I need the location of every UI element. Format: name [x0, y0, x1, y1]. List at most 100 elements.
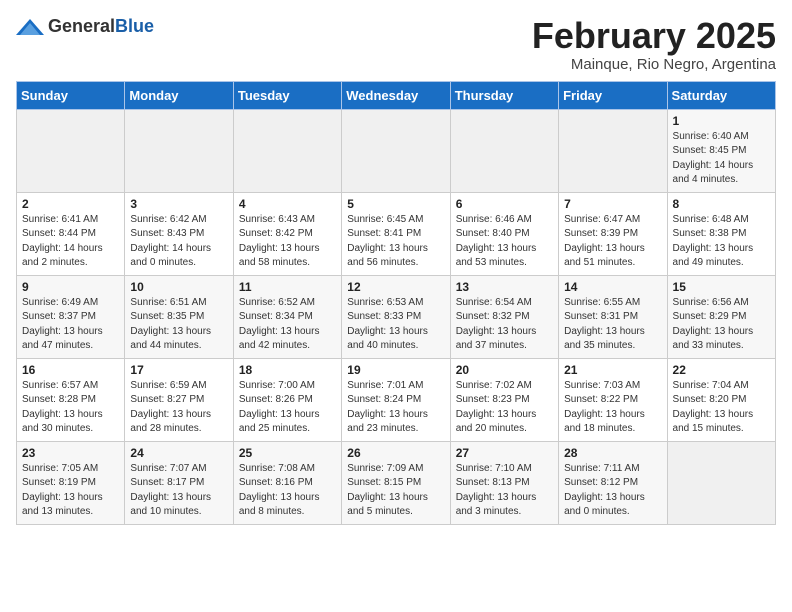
calendar-cell: 12Sunrise: 6:53 AM Sunset: 8:33 PM Dayli… [342, 275, 450, 358]
calendar-cell: 22 Sunrise: 7:04 AM Sunset: 8:20 PM Dayli… [667, 358, 775, 441]
calendar-cell: 8 Sunrise: 6:48 AM Sunset: 8:38 PM Daylig… [667, 192, 775, 275]
calendar-cell: 17 Sunrise: 6:59 AM Sunset: 8:27 PM Dayli… [125, 358, 233, 441]
day-number: 25 [239, 446, 336, 460]
calendar-header-row: SundayMondayTuesdayWednesdayThursdayFrid… [17, 81, 776, 109]
calendar-cell [667, 441, 775, 524]
calendar-cell: 26 Sunrise: 7:09 AM Sunset: 8:15 PM Dayli… [342, 441, 450, 524]
day-number: 1 [673, 114, 770, 128]
calendar-cell: 14 Sunrise: 6:55 AM Sunset: 8:31 PM Dayli… [559, 275, 667, 358]
calendar-cell: 13Sunrise: 6:54 AM Sunset: 8:32 PM Dayli… [450, 275, 558, 358]
day-info: Sunrise: 6:54 AM Sunset: 8:32 PM Dayligh… [456, 296, 553, 354]
day-info: Sunrise: 6:43 AM Sunset: 8:42 PM Dayligh… [239, 213, 336, 271]
day-info: Sunrise: 6:48 AM Sunset: 8:38 PM Dayligh… [673, 213, 770, 271]
calendar-week-row: 23Sunrise: 7:05 AM Sunset: 8:19 PM Dayli… [17, 441, 776, 524]
day-number: 18 [239, 363, 336, 377]
day-number: 24 [130, 446, 227, 460]
calendar-cell: 11 Sunrise: 6:52 AM Sunset: 8:34 PM Dayli… [233, 275, 341, 358]
day-number: 4 [239, 197, 336, 211]
day-info: Sunrise: 7:01 AM Sunset: 8:24 PM Dayligh… [347, 379, 444, 437]
weekday-header-wednesday: Wednesday [342, 81, 450, 109]
logo: GeneralBlue [16, 16, 154, 37]
weekday-header-friday: Friday [559, 81, 667, 109]
day-info: Sunrise: 7:04 AM Sunset: 8:20 PM Dayligh… [673, 379, 770, 437]
day-info: Sunrise: 6:40 AM Sunset: 8:45 PM Dayligh… [673, 130, 770, 188]
day-info: Sunrise: 7:11 AM Sunset: 8:12 PM Dayligh… [564, 462, 661, 520]
day-number: 12 [347, 280, 444, 294]
calendar-cell: 3Sunrise: 6:42 AM Sunset: 8:43 PM Daylig… [125, 192, 233, 275]
day-number: 15 [673, 280, 770, 294]
calendar-cell: 15 Sunrise: 6:56 AM Sunset: 8:29 PM Dayli… [667, 275, 775, 358]
day-info: Sunrise: 6:42 AM Sunset: 8:43 PM Dayligh… [130, 213, 227, 271]
page-header: GeneralBlue February 2025 Mainque, Rio N… [16, 16, 776, 73]
calendar-cell: 18 Sunrise: 7:00 AM Sunset: 8:26 PM Dayli… [233, 358, 341, 441]
calendar-week-row: 2 Sunrise: 6:41 AM Sunset: 8:44 PM Daylig… [17, 192, 776, 275]
calendar-cell: 24 Sunrise: 7:07 AM Sunset: 8:17 PM Dayli… [125, 441, 233, 524]
weekday-header-monday: Monday [125, 81, 233, 109]
calendar-cell: 7Sunrise: 6:47 AM Sunset: 8:39 PM Daylig… [559, 192, 667, 275]
calendar-cell [125, 109, 233, 192]
calendar-cell: 21 Sunrise: 7:03 AM Sunset: 8:22 PM Dayli… [559, 358, 667, 441]
day-info: Sunrise: 7:00 AM Sunset: 8:26 PM Dayligh… [239, 379, 336, 437]
calendar-cell [17, 109, 125, 192]
day-info: Sunrise: 6:56 AM Sunset: 8:29 PM Dayligh… [673, 296, 770, 354]
calendar-cell: 2 Sunrise: 6:41 AM Sunset: 8:44 PM Daylig… [17, 192, 125, 275]
day-info: Sunrise: 7:02 AM Sunset: 8:23 PM Dayligh… [456, 379, 553, 437]
day-number: 8 [673, 197, 770, 211]
day-number: 19 [347, 363, 444, 377]
calendar-cell [559, 109, 667, 192]
day-info: Sunrise: 6:47 AM Sunset: 8:39 PM Dayligh… [564, 213, 661, 271]
logo-icon [16, 17, 44, 37]
day-number: 26 [347, 446, 444, 460]
day-number: 21 [564, 363, 661, 377]
day-info: Sunrise: 6:51 AM Sunset: 8:35 PM Dayligh… [130, 296, 227, 354]
calendar-table: SundayMondayTuesdayWednesdayThursdayFrid… [16, 81, 776, 525]
day-info: Sunrise: 7:09 AM Sunset: 8:15 PM Dayligh… [347, 462, 444, 520]
calendar-cell: 6 Sunrise: 6:46 AM Sunset: 8:40 PM Daylig… [450, 192, 558, 275]
logo-blue-text: Blue [115, 16, 154, 36]
calendar-cell: 20Sunrise: 7:02 AM Sunset: 8:23 PM Dayli… [450, 358, 558, 441]
day-info: Sunrise: 6:49 AM Sunset: 8:37 PM Dayligh… [22, 296, 119, 354]
calendar-week-row: 1 Sunrise: 6:40 AM Sunset: 8:45 PM Daylig… [17, 109, 776, 192]
day-info: Sunrise: 6:45 AM Sunset: 8:41 PM Dayligh… [347, 213, 444, 271]
day-number: 11 [239, 280, 336, 294]
day-info: Sunrise: 7:03 AM Sunset: 8:22 PM Dayligh… [564, 379, 661, 437]
day-info: Sunrise: 6:46 AM Sunset: 8:40 PM Dayligh… [456, 213, 553, 271]
day-info: Sunrise: 7:08 AM Sunset: 8:16 PM Dayligh… [239, 462, 336, 520]
calendar-cell [342, 109, 450, 192]
calendar-cell [450, 109, 558, 192]
calendar-cell: 10 Sunrise: 6:51 AM Sunset: 8:35 PM Dayli… [125, 275, 233, 358]
day-number: 5 [347, 197, 444, 211]
day-number: 14 [564, 280, 661, 294]
day-number: 17 [130, 363, 227, 377]
weekday-header-sunday: Sunday [17, 81, 125, 109]
day-number: 22 [673, 363, 770, 377]
day-info: Sunrise: 6:55 AM Sunset: 8:31 PM Dayligh… [564, 296, 661, 354]
calendar-cell: 9 Sunrise: 6:49 AM Sunset: 8:37 PM Daylig… [17, 275, 125, 358]
day-number: 28 [564, 446, 661, 460]
day-info: Sunrise: 6:57 AM Sunset: 8:28 PM Dayligh… [22, 379, 119, 437]
location-title: Mainque, Rio Negro, Argentina [532, 56, 776, 73]
calendar-cell: 23Sunrise: 7:05 AM Sunset: 8:19 PM Dayli… [17, 441, 125, 524]
day-info: Sunrise: 6:52 AM Sunset: 8:34 PM Dayligh… [239, 296, 336, 354]
day-number: 23 [22, 446, 119, 460]
day-info: Sunrise: 6:59 AM Sunset: 8:27 PM Dayligh… [130, 379, 227, 437]
calendar-week-row: 9 Sunrise: 6:49 AM Sunset: 8:37 PM Daylig… [17, 275, 776, 358]
day-number: 9 [22, 280, 119, 294]
calendar-cell: 5 Sunrise: 6:45 AM Sunset: 8:41 PM Daylig… [342, 192, 450, 275]
calendar-cell: 25 Sunrise: 7:08 AM Sunset: 8:16 PM Dayli… [233, 441, 341, 524]
day-number: 27 [456, 446, 553, 460]
calendar-cell [233, 109, 341, 192]
calendar-cell: 4 Sunrise: 6:43 AM Sunset: 8:42 PM Daylig… [233, 192, 341, 275]
day-info: Sunrise: 7:07 AM Sunset: 8:17 PM Dayligh… [130, 462, 227, 520]
title-block: February 2025 Mainque, Rio Negro, Argent… [532, 16, 776, 73]
day-number: 10 [130, 280, 227, 294]
day-info: Sunrise: 6:41 AM Sunset: 8:44 PM Dayligh… [22, 213, 119, 271]
weekday-header-saturday: Saturday [667, 81, 775, 109]
calendar-cell: 28 Sunrise: 7:11 AM Sunset: 8:12 PM Dayli… [559, 441, 667, 524]
day-number: 2 [22, 197, 119, 211]
day-number: 6 [456, 197, 553, 211]
logo-general-text: General [48, 16, 115, 36]
day-number: 16 [22, 363, 119, 377]
weekday-header-tuesday: Tuesday [233, 81, 341, 109]
calendar-week-row: 16 Sunrise: 6:57 AM Sunset: 8:28 PM Dayli… [17, 358, 776, 441]
